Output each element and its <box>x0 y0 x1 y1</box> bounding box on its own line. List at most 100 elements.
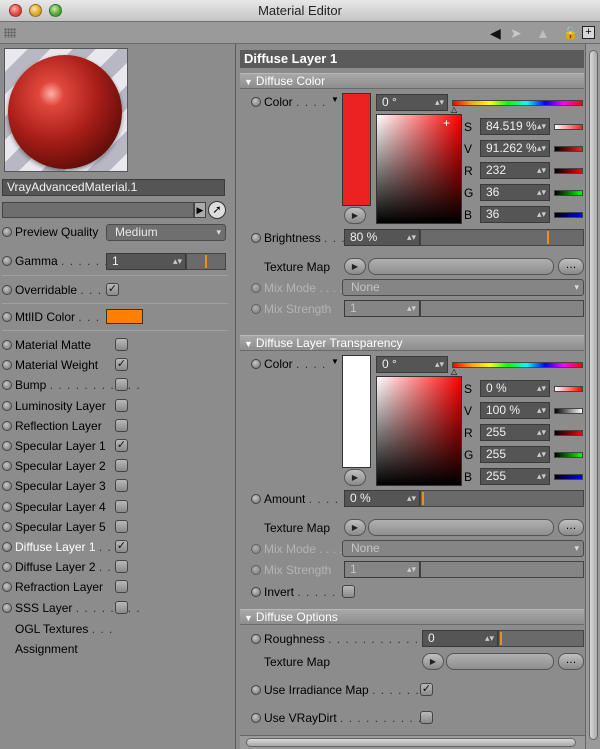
channel-checkbox[interactable] <box>115 520 128 533</box>
channel-checkbox[interactable] <box>115 560 128 573</box>
transparency-r-input[interactable]: 255 ▴▾ <box>480 424 550 441</box>
invert-checkbox[interactable] <box>342 585 355 598</box>
brightness-input[interactable]: 80 % ▴▾ <box>344 229 420 246</box>
vraydirt-checkbox[interactable] <box>420 711 433 724</box>
channel-row[interactable]: Specular Layer 4 <box>0 497 236 517</box>
back-arrow-icon[interactable]: ◀ <box>490 25 501 41</box>
animation-dot-icon[interactable] <box>2 461 12 471</box>
channel-row[interactable]: Specular Layer 5 <box>0 517 236 537</box>
diffuse-b-input[interactable]: 36 ▴▾ <box>480 206 550 223</box>
transparency-s-input[interactable]: 0 % ▴▾ <box>480 380 550 397</box>
channel-checkbox[interactable] <box>115 500 128 513</box>
channel-row[interactable]: Bump . . . . . . . . . . . <box>0 375 236 395</box>
transparency-group-header[interactable]: ▼ Diffuse Layer Transparency <box>240 335 584 351</box>
diffuse-s-input[interactable]: 84.519 % ▴▾ <box>480 118 550 135</box>
transparency-color-swatch[interactable] <box>342 355 371 468</box>
horizontal-scrollbar[interactable] <box>240 735 585 749</box>
animation-dot-icon[interactable] <box>251 97 261 107</box>
up-arrow-icon[interactable]: ▲ <box>536 25 550 41</box>
transparency-v-input[interactable]: 100 % ▴▾ <box>480 402 550 419</box>
channel-row[interactable]: Specular Layer 1 ✓ <box>0 436 236 456</box>
animation-dot-icon[interactable] <box>251 544 261 554</box>
channel-row[interactable]: Material Weight ✓ <box>0 355 236 375</box>
animation-dot-icon[interactable] <box>2 562 12 572</box>
animation-dot-icon[interactable] <box>251 304 261 314</box>
texture-map-field[interactable] <box>446 653 554 670</box>
s-slider[interactable] <box>554 124 583 130</box>
animation-dot-icon[interactable] <box>251 634 261 644</box>
animation-dot-icon[interactable] <box>2 582 12 592</box>
color-texture-button[interactable]: ▶ <box>344 207 366 224</box>
animation-dot-icon[interactable] <box>251 359 261 369</box>
animation-dot-icon[interactable] <box>2 542 12 552</box>
channel-row[interactable]: Specular Layer 2 <box>0 456 236 476</box>
channel-checkbox[interactable] <box>115 479 128 492</box>
gamma-slider[interactable] <box>186 253 226 270</box>
color-menu-arrow-icon[interactable]: ▼ <box>331 95 339 104</box>
texture-menu-button[interactable]: ▶ <box>422 653 444 670</box>
mix-strength-input[interactable]: 1 ▴▾ <box>344 300 420 317</box>
ogl-textures-row[interactable]: OGL Textures . . . <box>0 619 236 639</box>
channel-row[interactable]: Specular Layer 3 <box>0 476 236 496</box>
diffuse-hue-input[interactable]: 0 ° ▴▾ <box>376 94 448 111</box>
animation-dot-icon[interactable] <box>251 685 261 695</box>
diffuse-v-input[interactable]: 91.262 % ▴▾ <box>480 140 550 157</box>
channel-checkbox[interactable] <box>115 338 128 351</box>
animation-dot-icon[interactable] <box>2 380 12 390</box>
assignment-row[interactable]: Assignment <box>0 639 236 659</box>
transparency-hue-input[interactable]: 0 ° ▴▾ <box>376 356 448 373</box>
mix-mode-dropdown[interactable]: None ▾ <box>342 540 584 557</box>
material-preview[interactable] <box>4 48 128 172</box>
animation-dot-icon[interactable] <box>2 312 12 322</box>
channel-checkbox[interactable] <box>115 580 128 593</box>
channel-checkbox[interactable] <box>115 399 128 412</box>
r-slider[interactable] <box>554 430 583 436</box>
irradiance-checkbox[interactable]: ✓ <box>420 683 433 696</box>
transparency-hue-bar[interactable] <box>452 362 583 368</box>
scroll-thumb[interactable] <box>246 738 576 747</box>
lock-icon[interactable]: 🔓 <box>563 25 578 41</box>
animation-dot-icon[interactable] <box>2 227 12 237</box>
animation-dot-icon[interactable] <box>2 285 12 295</box>
diffuse-options-group-header[interactable]: ▼ Diffuse Options <box>240 609 584 625</box>
animation-dot-icon[interactable] <box>251 233 261 243</box>
animation-dot-icon[interactable] <box>251 494 261 504</box>
animation-dot-icon[interactable] <box>2 401 12 411</box>
mix-mode-dropdown[interactable]: None ▾ <box>342 279 584 296</box>
animation-dot-icon[interactable] <box>251 565 261 575</box>
amount-slider[interactable] <box>420 490 584 507</box>
b-slider[interactable] <box>554 212 583 218</box>
color-texture-button[interactable]: ▶ <box>344 469 366 486</box>
channel-checkbox[interactable] <box>115 378 128 391</box>
vertical-scrollbar[interactable] <box>585 44 600 749</box>
animation-dot-icon[interactable] <box>2 421 12 431</box>
texture-more-button[interactable]: … <box>558 519 584 536</box>
channel-row[interactable]: Refraction Layer <box>0 577 236 597</box>
diffuse-g-input[interactable]: 36 ▴▾ <box>480 184 550 201</box>
color-menu-arrow-icon[interactable]: ▼ <box>331 357 339 366</box>
link-arrow-icon[interactable]: ▶ <box>194 202 206 218</box>
channel-row[interactable]: SSS Layer . . . . . . . . <box>0 598 236 618</box>
texture-menu-button[interactable]: ▶ <box>344 519 366 536</box>
s-slider[interactable] <box>554 386 583 392</box>
channel-checkbox[interactable] <box>115 601 128 614</box>
scroll-thumb[interactable] <box>589 50 598 740</box>
channel-row[interactable]: Luminosity Layer <box>0 396 236 416</box>
transparency-sv-picker[interactable] <box>376 376 462 486</box>
g-slider[interactable] <box>554 190 583 196</box>
mix-strength-slider[interactable] <box>420 561 584 578</box>
gamma-input[interactable]: 1 ▴▾ <box>106 253 186 270</box>
diffuse-color-group-header[interactable]: ▼ Diffuse Color <box>240 73 584 89</box>
r-slider[interactable] <box>554 168 583 174</box>
animation-dot-icon[interactable] <box>251 587 261 597</box>
texture-map-field[interactable] <box>368 258 554 275</box>
channel-checkbox[interactable]: ✓ <box>115 540 128 553</box>
mtlid-color-swatch[interactable] <box>106 309 143 324</box>
channel-row[interactable]: Diffuse Layer 1 . . ✓ <box>0 537 236 557</box>
b-slider[interactable] <box>554 474 583 480</box>
diffuse-sv-picker[interactable] <box>376 114 462 224</box>
grip-icon[interactable] <box>4 28 16 38</box>
v-slider[interactable] <box>554 408 583 414</box>
channel-checkbox[interactable] <box>115 459 128 472</box>
roughness-slider[interactable] <box>498 630 584 647</box>
